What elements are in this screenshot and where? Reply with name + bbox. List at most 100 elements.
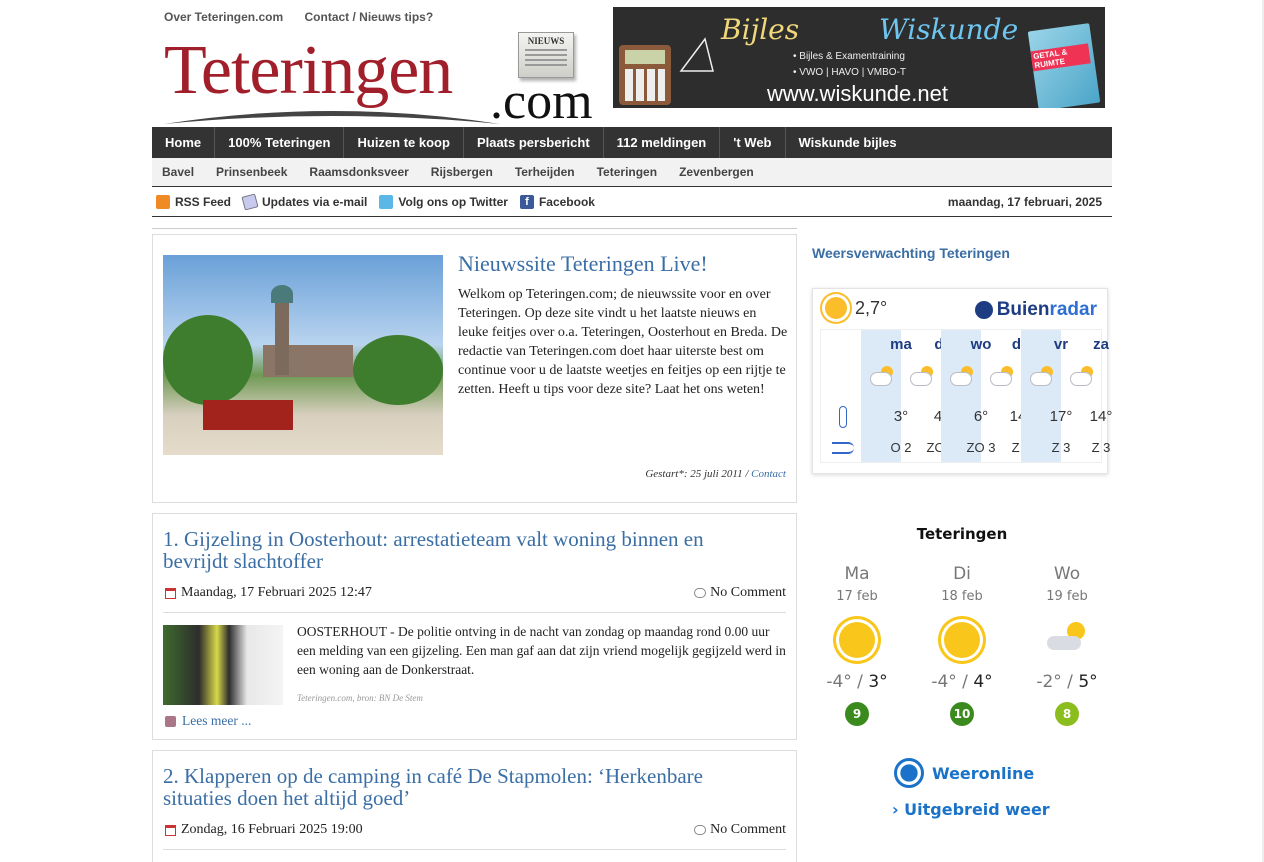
social-bar: RSS Feed Updates via e-mail Volg ons op … [152,188,1112,217]
ad-banner[interactable]: Bijles Wiskunde • Bijles & Examentrainin… [613,7,1105,108]
forecast-day-1: di4°ZO 3 [901,330,955,462]
weeronline-logo-icon [894,758,924,788]
weeronline-temps: -4° / 4° [931,672,993,692]
sun-icon [839,622,875,658]
thermometer-icon [839,406,847,428]
weeronline-day-date: 17 feb [836,589,878,604]
article-1-date: Maandag, 17 Februari 2025 12:47 [165,585,372,601]
weeronline-min: -4° [931,672,957,692]
place-teteringen[interactable]: Teteringen [597,158,657,186]
weather-score-badge: 10 [950,702,974,726]
article-1-divider [163,612,786,613]
place-prinsenbeek[interactable]: Prinsenbeek [216,158,287,186]
extended-weather-link[interactable]: › Uitgebreid weer [892,800,1050,819]
intro-contact-link[interactable]: Contact [751,468,786,480]
cloud-icon [990,372,1012,386]
nav-huizen-te-koop[interactable]: Huizen te koop [344,127,464,158]
article-2-title[interactable]: 2. Klapperen op de camping in café De St… [163,765,763,809]
nav-plaats-persbericht[interactable]: Plaats persbericht [464,127,604,158]
place-terheijden[interactable]: Terheijden [515,158,575,186]
nav-112-meldingen[interactable]: 112 meldingen [604,127,721,158]
facebook-link[interactable]: f Facebook [519,195,595,209]
article-1-text: OOSTERHOUT - De politie ontving in de na… [297,624,786,677]
newspaper-icon: NIEUWS [518,32,574,78]
calendar-icon [165,587,176,599]
cloud-icon [950,372,972,386]
triangle-icon [679,37,714,72]
weeronline-day-name: Wo [1053,564,1081,584]
weeronline-day-0[interactable]: Ma 17 feb -4° / 3° 9 [807,564,907,726]
rss-icon [156,195,170,209]
weeronline-temps: -4° / 3° [826,672,888,692]
weeronline-brand: Weeronline [932,763,1035,783]
weeronline-max: 5° [1078,672,1098,692]
facebook-icon: f [519,195,534,209]
weather-score-badge: 9 [845,702,869,726]
article-1-read-more[interactable]: Lees meer ... [165,713,251,729]
weeronline-logo[interactable]: Weeronline [894,758,1034,788]
rss-label: RSS Feed [175,195,232,209]
intro-meta: Gestart*: 25 juli 2011 / Contact [645,468,786,480]
article-1-credit: Teteringen.com, bron: BN De Stem [297,693,423,703]
place-bavel[interactable]: Bavel [162,158,194,186]
article-2-date: Zondag, 16 Februari 2025 19:00 [165,822,363,838]
article-2-comments[interactable]: No Comment [694,822,786,838]
banner-line-2: • VWO | HAVO | VMBO-T [793,67,906,78]
article-2-date-text: Zondag, 16 Februari 2025 19:00 [181,822,363,837]
banner-url: www.wiskunde.net [767,81,948,106]
book-icon: GETAL & RUIMTE [1027,23,1101,108]
newspaper-label: NIEUWS [527,36,565,46]
comment-icon [694,825,707,835]
article-1-title[interactable]: 1. Gijzeling in Oosterhout: arrestatiete… [163,528,763,572]
twitter-link[interactable]: Volg ons op Twitter [379,195,508,209]
forecast-day-2: wo 6° ZO 3 [941,330,995,462]
police-photo[interactable] [163,625,283,705]
calendar-icon [165,824,176,836]
weather-score-badge: 8 [1055,702,1079,726]
banner-title-2: Wiskunde [879,13,1019,46]
banner-line-1: • Bijles & Examentraining [793,51,905,62]
calculator-icon [619,45,671,105]
logo-com: .com [490,73,593,130]
intro-meta-text: Gestart*: 25 juli 2011 / [645,468,749,480]
weeronline-day-2[interactable]: Wo 19 feb -2° / 5° 8 [1017,564,1117,726]
weeronline-min: -4° [826,672,852,692]
forecast-temp: 14° [1089,408,1113,425]
nav-wiskunde-bijles[interactable]: Wiskunde bijles [786,127,910,158]
place-raamsdonksveer[interactable]: Raamsdonksveer [309,158,408,186]
forecast-day-0: ma 3° O 2 [861,330,912,462]
nav-100-teteringen[interactable]: 100% Teteringen [215,127,345,158]
buienradar-widget[interactable]: 2,7° Buienradar ma3°O 2di4°ZO 3wo6°ZO 3d… [812,288,1112,474]
book-label: GETAL & RUIMTE [1030,43,1091,72]
cloud-icon [910,372,932,386]
weeronline-temps: -2° / 5° [1036,672,1098,692]
rss-link[interactable]: RSS Feed [156,195,231,209]
cloud-icon [870,372,892,386]
nav-t-web[interactable]: 't Web [720,127,786,158]
article-1-comments[interactable]: No Comment [694,585,786,601]
email-updates-link[interactable]: Updates via e-mail [241,193,367,211]
nav-home[interactable]: Home [152,127,216,158]
intro-title[interactable]: Nieuwssite Teteringen Live! [458,251,708,277]
facebook-label: Facebook [538,195,595,209]
forecast-day-3: do14°Z 3 [981,330,1032,462]
article-2: 2. Klapperen op de camping in café De St… [152,750,797,862]
buienradar-logo: Buien radar [974,299,1097,321]
main-nav: Home 100% Teteringen Huizen te koop Plaa… [152,127,1112,158]
article-2-divider [163,849,786,850]
weeronline-day-name: Ma [844,564,870,584]
top-link-contact[interactable]: Contact / Nieuws tips? [305,10,434,24]
place-zevenbergen[interactable]: Zevenbergen [679,158,754,186]
top-link-about[interactable]: Over Teteringen.com [164,10,283,24]
weeronline-max: 3° [868,672,888,692]
sun-icon [944,622,980,658]
current-temp: 2,7° [855,297,888,318]
site-logo[interactable]: Teteringen .com NIEUWS [162,30,602,130]
intro-box: Nieuwssite Teteringen Live! Welkom op Te… [152,228,797,503]
place-rijsbergen[interactable]: Rijsbergen [431,158,493,186]
weeronline-day-1[interactable]: Di 18 feb -4° / 4° 10 [912,564,1012,726]
forecast-day-5: za 14° Z 3 [1061,330,1112,462]
partly-cloudy-icon [1045,622,1089,658]
article-1-comments-text: No Comment [710,585,786,600]
church-photo[interactable] [163,255,443,455]
